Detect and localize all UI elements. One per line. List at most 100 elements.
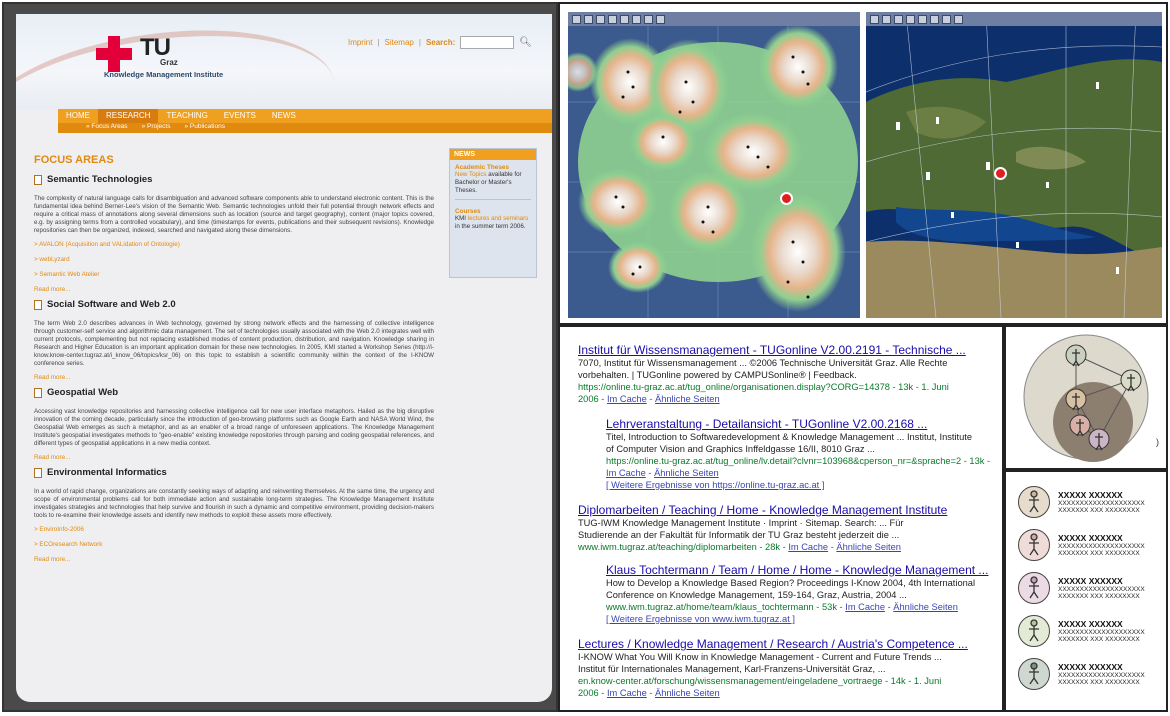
- cache-link[interactable]: Im Cache: [607, 688, 647, 698]
- person-entry[interactable]: XXXXX XXXXXX XXXXXXXXXXXXXXXXXXXX XXXXXX…: [1018, 486, 1145, 518]
- read-more-link[interactable]: Read more...: [34, 374, 434, 381]
- search-input[interactable]: [460, 36, 515, 49]
- document-icon: [34, 174, 42, 185]
- toolbar-button[interactable]: [644, 14, 653, 24]
- person-name: XXXXX XXXXXX: [1058, 618, 1123, 629]
- result-snippet: of Computer Vision and Graphics Inffeldg…: [606, 444, 875, 454]
- person-entry[interactable]: XXXXX XXXXXX XXXXXXXXXXXXXXXXXXXX XXXXXX…: [1018, 615, 1145, 647]
- nav-teaching[interactable]: TEACHING: [158, 109, 215, 123]
- toolbar-button[interactable]: [894, 14, 903, 24]
- similar-pages-link[interactable]: Ähnliche Seiten: [893, 602, 958, 612]
- result-snippet: Titel, Introduction to Softwaredevelopme…: [606, 432, 973, 442]
- subnav-projects[interactable]: » Projects: [142, 123, 171, 133]
- cache-link[interactable]: Im Cache: [606, 468, 646, 478]
- person-avatar-icon: [1018, 615, 1050, 647]
- result-snippet: Conference on Knowledge Management, 159-…: [606, 590, 907, 600]
- similar-pages-link[interactable]: Ähnliche Seiten: [836, 542, 901, 552]
- section-title: Semantic Technologies: [34, 174, 434, 185]
- toolbar-button[interactable]: [930, 14, 939, 24]
- subnav-publications[interactable]: » Publications: [184, 123, 224, 133]
- toolbar-button[interactable]: [596, 14, 605, 24]
- imprint-link[interactable]: Imprint: [348, 38, 372, 47]
- toolbar-button[interactable]: [906, 14, 915, 24]
- project-link[interactable]: > webLyzard: [34, 256, 434, 263]
- person-detail: XXXXXXXXXXXXXXXXXXXX: [1058, 585, 1145, 593]
- cache-link[interactable]: Im Cache: [845, 602, 885, 612]
- geospatial-globe-map[interactable]: [866, 12, 1162, 318]
- person-name: XXXXX XXXXXX: [1058, 489, 1123, 500]
- sitemap-link[interactable]: Sitemap: [385, 38, 414, 47]
- toolbar-button[interactable]: [584, 14, 593, 24]
- document-icon: [34, 467, 42, 478]
- read-more-link[interactable]: Read more...: [34, 454, 434, 461]
- section-text: The complexity of natural language calls…: [34, 195, 434, 234]
- person-detail: XXXXXXX XXX XXXXXXXX: [1058, 593, 1140, 600]
- section-title: Environmental Informatics: [34, 467, 434, 478]
- toolbar-button[interactable]: [608, 14, 617, 24]
- nav-events[interactable]: EVENTS: [216, 109, 264, 123]
- svg-text:): ): [1156, 437, 1159, 447]
- project-link[interactable]: > AVALON (Acquisition and VALidation of …: [34, 241, 434, 248]
- sub-nav: » Focus Areas » Projects » Publications: [58, 123, 552, 133]
- toolbar-button[interactable]: [942, 14, 951, 24]
- search-results-panel: Institut für Wissensmanagement - TUGonli…: [558, 325, 1004, 712]
- person-detail: XXXXXXXXXXXXXXXXXXXX: [1058, 499, 1145, 507]
- nav-news[interactable]: NEWS: [264, 109, 304, 123]
- person-entry[interactable]: XXXXX XXXXXX XXXXXXXXXXXXXXXXXXXX XXXXXX…: [1018, 658, 1145, 690]
- toolbar-button[interactable]: [918, 14, 927, 24]
- read-more-link[interactable]: Read more...: [34, 286, 434, 293]
- network-graph[interactable]: ): [1006, 327, 1166, 468]
- location-marker-icon[interactable]: [994, 167, 1007, 180]
- cache-link[interactable]: Im Cache: [607, 394, 647, 404]
- topic-landscape-map[interactable]: [568, 12, 860, 318]
- news-link[interactable]: New Topics: [455, 171, 487, 178]
- search-result: Institut für Wissensmanagement - TUGonli…: [578, 343, 966, 405]
- search-result: Diplomarbeiten / Teaching / Home - Knowl…: [578, 503, 947, 553]
- search-result: Lectures / Knowledge Management / Resear…: [578, 637, 968, 699]
- site-header: TU Graz Knowledge Management Institute I…: [16, 14, 552, 205]
- result-title-link[interactable]: Diplomarbeiten / Teaching / Home - Knowl…: [578, 503, 947, 517]
- toolbar-button[interactable]: [572, 14, 581, 24]
- toolbar-button[interactable]: [870, 14, 879, 24]
- project-link[interactable]: > Semantic Web Atelier: [34, 271, 434, 278]
- result-snippet: 7070, Institut für Wissensmanagement ...…: [578, 358, 948, 368]
- more-results-link[interactable]: [ Weitere Ergebnisse von https://online.…: [606, 479, 990, 491]
- main-content: FOCUS AREAS Semantic Technologies The co…: [34, 154, 434, 569]
- person-entry[interactable]: XXXXX XXXXXX XXXXXXXXXXXXXXXXXXXX XXXXXX…: [1018, 529, 1145, 561]
- page-title: FOCUS AREAS: [34, 154, 114, 166]
- section-text: In a world of rapid change, organization…: [34, 488, 434, 519]
- nav-research[interactable]: RESEARCH: [98, 109, 159, 123]
- person-entry[interactable]: XXXXX XXXXXX XXXXXXXXXXXXXXXXXXXX XXXXXX…: [1018, 572, 1145, 604]
- toolbar-button[interactable]: [954, 14, 963, 24]
- result-title-link[interactable]: Lectures / Knowledge Management / Resear…: [578, 637, 968, 651]
- toolbar-button[interactable]: [632, 14, 641, 24]
- result-url-line: 2006 - Im Cache - Ähnliche Seiten: [578, 394, 720, 404]
- person-name: XXXXX XXXXXX: [1058, 661, 1123, 672]
- search-icon[interactable]: 🔍︎: [519, 37, 532, 48]
- similar-pages-link[interactable]: Ähnliche Seiten: [654, 468, 719, 478]
- nav-home[interactable]: HOME: [58, 109, 98, 123]
- result-snippet: vorbehalten. | TUGonline powered by CAMP…: [578, 370, 857, 380]
- project-link[interactable]: > ECOresearch Network: [34, 541, 434, 548]
- cache-link[interactable]: Im Cache: [788, 542, 828, 552]
- toolbar-button[interactable]: [656, 14, 665, 24]
- result-title-link[interactable]: Institut für Wissensmanagement - TUGonli…: [578, 343, 966, 357]
- similar-pages-link[interactable]: Ähnliche Seiten: [655, 688, 720, 698]
- main-nav: HOME RESEARCH TEACHING EVENTS NEWS: [58, 109, 552, 123]
- read-more-link[interactable]: Read more...: [34, 556, 434, 563]
- search-label: Search:: [425, 38, 456, 47]
- toolbar-button[interactable]: [620, 14, 629, 24]
- toolbar-button[interactable]: [882, 14, 891, 24]
- more-results-link[interactable]: [ Weitere Ergebnisse von www.iwm.tugraz.…: [606, 613, 988, 625]
- logo-graz-text: Graz: [160, 58, 178, 67]
- project-link[interactable]: > EnviroInfo-2006: [34, 526, 434, 533]
- news-link[interactable]: lectures and seminars: [468, 215, 529, 222]
- location-marker-icon[interactable]: [780, 192, 793, 205]
- website-screenshot-panel: TU Graz Knowledge Management Institute I…: [2, 2, 558, 712]
- similar-pages-link[interactable]: Ähnliche Seiten: [655, 394, 720, 404]
- result-title-link[interactable]: Klaus Tochtermann / Team / Home / Home -…: [606, 563, 988, 577]
- section-title: Geospatial Web: [34, 387, 434, 398]
- subnav-focus-areas[interactable]: » Focus Areas: [86, 123, 128, 133]
- result-title-link[interactable]: Lehrveranstaltung - Detailansicht - TUGo…: [606, 417, 990, 431]
- website-page: TU Graz Knowledge Management Institute I…: [16, 14, 552, 702]
